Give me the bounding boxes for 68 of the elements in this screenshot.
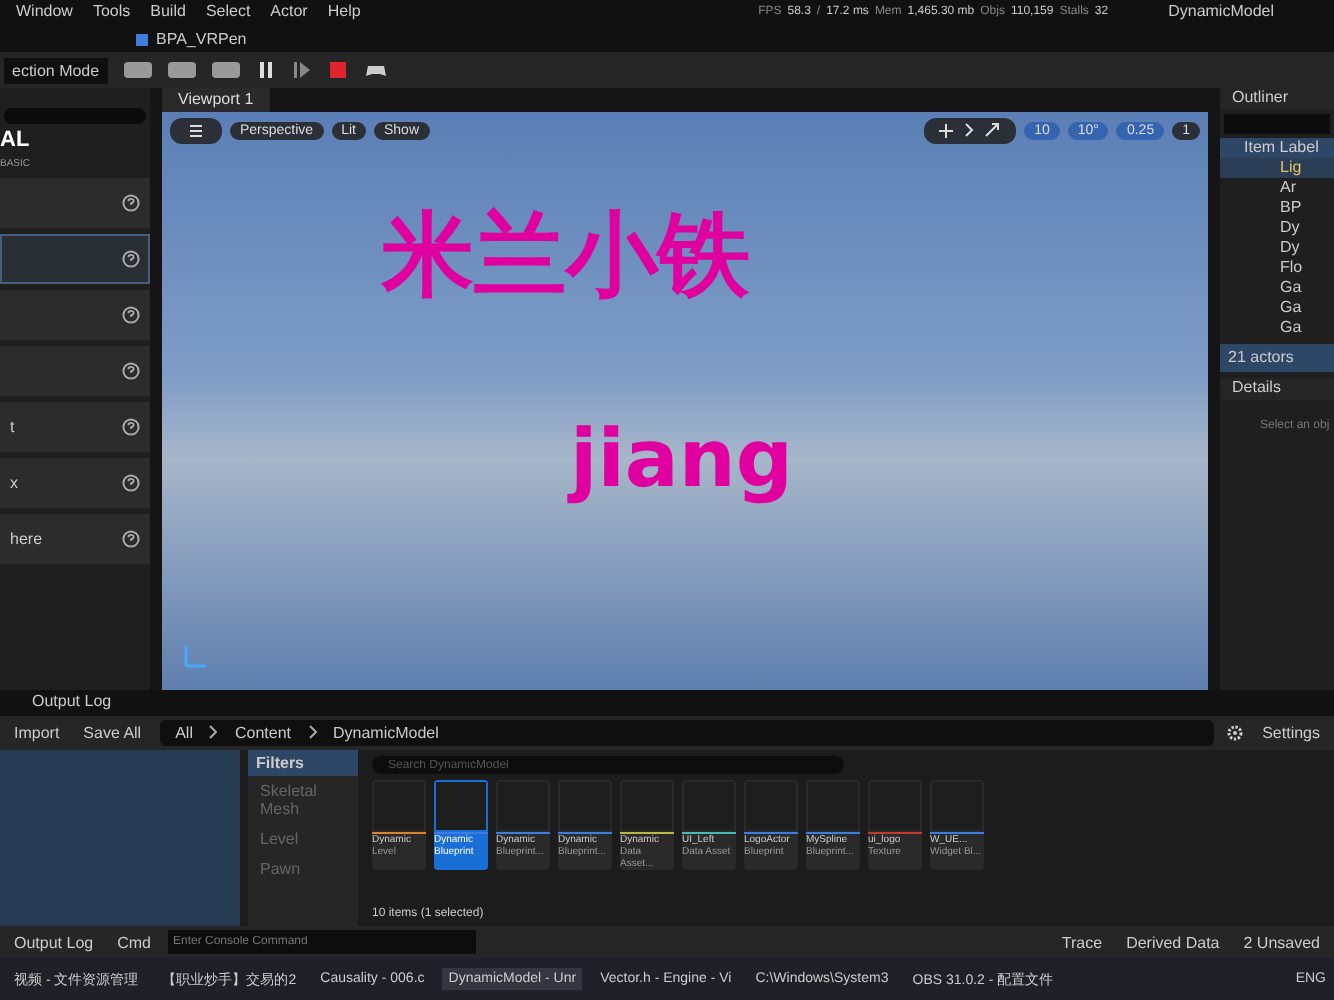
settings-button[interactable]: Settings (1256, 722, 1326, 744)
asset-thumbnail (498, 782, 548, 830)
help-icon[interactable] (122, 250, 140, 268)
logo-text: AL (0, 130, 32, 152)
output-log-button[interactable]: Output Log (8, 931, 100, 953)
menu-item[interactable]: Select (205, 2, 251, 20)
asset-thumbnail (746, 782, 796, 830)
outliner-row[interactable]: Ga (1220, 278, 1334, 298)
help-icon[interactable] (122, 530, 140, 548)
outliner-row[interactable]: Flo (1220, 258, 1334, 278)
handwriting: 米兰小铁 (382, 202, 752, 308)
chevron-icon (208, 724, 219, 740)
asset-thumbnail (932, 782, 982, 830)
breadcrumb[interactable]: Content (234, 724, 291, 742)
outliner-row[interactable]: Ga (1220, 318, 1334, 338)
transform-tools-icon[interactable] (924, 118, 1017, 144)
asset-thumbnail (870, 782, 920, 830)
trace-button[interactable]: Trace (1055, 931, 1109, 953)
derived-data-button[interactable]: Derived Data (1120, 931, 1226, 953)
column-header[interactable]: Item Label (1220, 138, 1334, 158)
unsaved-button[interactable]: 2 Unsaved (1237, 931, 1326, 953)
mode-dropdown[interactable]: ection Mode (4, 57, 108, 83)
help-icon[interactable] (122, 306, 140, 324)
asset-thumbnail (808, 782, 858, 830)
asset-thumbnail (374, 782, 424, 830)
help-icon[interactable] (122, 418, 140, 436)
menu-item[interactable]: Actor (270, 2, 308, 20)
handwriting: jiang (565, 412, 796, 510)
menu-item[interactable]: Window (16, 2, 73, 20)
viewport-tab[interactable]: Viewport 1 (162, 88, 270, 112)
breadcrumb[interactable]: All (175, 724, 193, 742)
menu-item[interactable]: Help (327, 2, 361, 20)
output-log-tab[interactable]: Output Log (20, 690, 124, 716)
outliner-row[interactable]: Lig (1220, 158, 1334, 178)
cmd-dropdown[interactable]: Cmd (111, 931, 157, 953)
list-item[interactable]: here (0, 514, 150, 564)
menu-icon[interactable] (170, 118, 222, 144)
pause-icon[interactable] (255, 60, 276, 80)
filters-header: Filters (248, 750, 358, 776)
list-item[interactable]: t (0, 402, 150, 452)
menu-item[interactable]: Build (150, 2, 186, 20)
import-button[interactable]: Import (8, 722, 66, 744)
asset-thumbnail (622, 782, 672, 830)
document-tab[interactable]: BPA_VRPen (124, 26, 259, 52)
details-tab[interactable]: Details (1220, 378, 1334, 400)
save-all-button[interactable]: Save All (77, 722, 148, 744)
asset-thumbnail (684, 782, 734, 830)
help-icon[interactable] (122, 474, 140, 492)
help-icon[interactable] (122, 362, 140, 380)
axis-gizmo-icon (182, 642, 210, 670)
chevron-icon (307, 724, 317, 740)
outliner-row[interactable]: Dy (1220, 238, 1334, 258)
menu-item[interactable]: Tools (92, 2, 131, 20)
project-name: DynamicModel (1168, 2, 1274, 20)
stop-icon[interactable] (327, 60, 348, 80)
step-icon[interactable] (291, 60, 312, 80)
list-item[interactable]: x (0, 458, 150, 508)
actor-count: 21 actors (1220, 344, 1334, 372)
gear-icon[interactable] (1226, 724, 1245, 742)
outliner-row[interactable]: Dy (1220, 218, 1334, 238)
help-icon[interactable] (122, 194, 140, 212)
breadcrumb[interactable]: DynamicModel (333, 724, 439, 742)
asset-thumbnail (436, 782, 486, 830)
outliner-row[interactable]: Ar (1220, 178, 1334, 198)
outliner-tab[interactable]: Outliner (1220, 88, 1334, 110)
outliner-row[interactable]: BP (1220, 198, 1334, 218)
outliner-row[interactable]: Ga (1220, 298, 1334, 318)
asset-thumbnail (560, 782, 610, 830)
